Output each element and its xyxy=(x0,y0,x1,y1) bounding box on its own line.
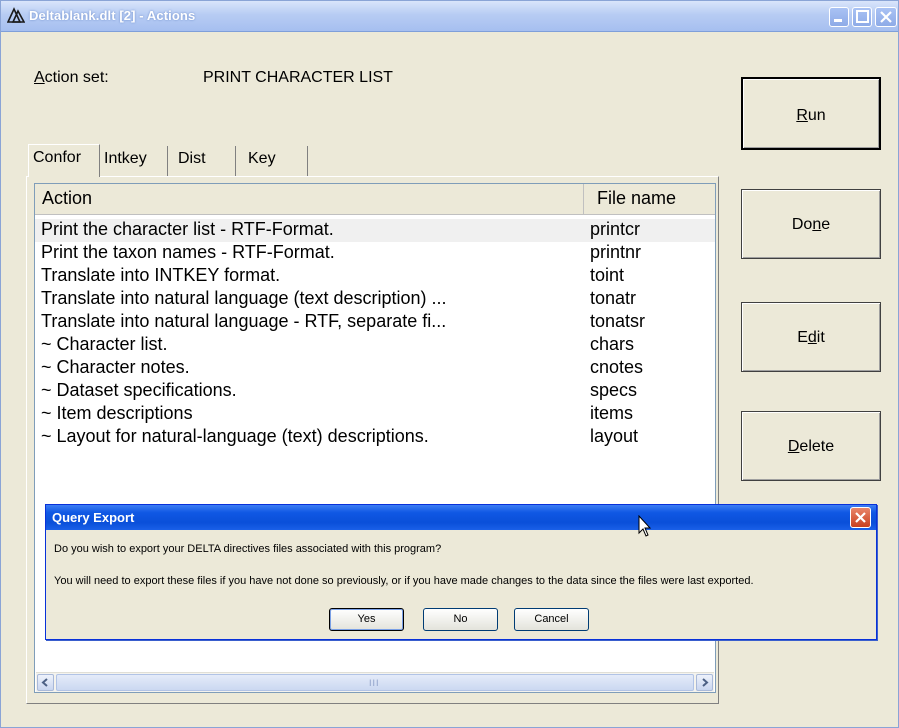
done-label-pre: Do xyxy=(791,216,813,233)
list-row[interactable]: Translate into natural language (text de… xyxy=(35,288,715,311)
chevron-left-icon xyxy=(41,678,48,687)
dialog-message-question: Do you wish to export your DELTA directi… xyxy=(54,543,442,555)
window-titlebar[interactable]: Deltablank.dlt [2] - Actions xyxy=(1,1,898,32)
action-set-label: Action set: xyxy=(34,69,109,87)
edit-label-accel: d xyxy=(807,329,817,346)
close-icon xyxy=(855,512,866,523)
row-file: printnr xyxy=(590,242,642,262)
mouse-pointer-icon xyxy=(638,515,652,537)
yes-button[interactable]: Yes xyxy=(329,608,404,631)
cancel-button[interactable]: Cancel xyxy=(514,608,589,631)
column-header-file-name[interactable]: File name xyxy=(585,184,715,214)
done-label-post: e xyxy=(821,216,831,233)
row-file: printcr xyxy=(590,219,641,239)
run-button[interactable]: Run xyxy=(741,77,881,150)
done-button[interactable]: Done xyxy=(741,189,881,259)
row-file: items xyxy=(590,403,634,423)
action-set-label-rest: ction set: xyxy=(44,69,109,86)
scroll-left-button[interactable] xyxy=(37,674,54,691)
list-row[interactable]: Print the taxon names - RTF-Format. prin… xyxy=(35,242,715,265)
row-file: chars xyxy=(590,334,635,354)
scroll-right-button[interactable] xyxy=(696,674,713,691)
run-label-post: un xyxy=(807,107,826,124)
delete-button[interactable]: Delete xyxy=(741,411,881,481)
list-row[interactable]: Translate into INTKEY format. toint xyxy=(35,265,715,288)
tab-dist[interactable]: Dist xyxy=(168,146,236,176)
dialog-close-button[interactable] xyxy=(850,507,871,528)
row-action: ~ Layout for natural-language (text) des… xyxy=(41,426,429,446)
row-file: specs xyxy=(590,380,638,400)
minimize-button[interactable] xyxy=(829,7,849,27)
dialog-message-info: You will need to export these files if y… xyxy=(54,575,754,587)
scroll-grip: III xyxy=(369,678,380,688)
list-header: Action File name xyxy=(35,184,715,215)
row-file: cnotes xyxy=(590,357,644,377)
action-set-value: PRINT CHARACTER LIST xyxy=(203,69,393,86)
list-row[interactable]: ~ Item descriptions items xyxy=(35,403,715,426)
row-action: Translate into natural language (text de… xyxy=(41,288,447,308)
window-title: Deltablank.dlt [2] - Actions xyxy=(29,8,196,23)
row-file: tonatsr xyxy=(590,311,646,331)
row-file: layout xyxy=(590,426,639,446)
action-set-label-accel: A xyxy=(34,69,45,86)
tab-intkey[interactable]: Intkey xyxy=(100,146,168,176)
list-row[interactable]: Translate into natural language - RTF, s… xyxy=(35,311,715,334)
row-action: ~ Character list. xyxy=(41,334,168,354)
delta-app-icon xyxy=(6,7,26,23)
dialog-title: Query Export xyxy=(52,510,135,525)
column-header-action[interactable]: Action xyxy=(35,184,584,214)
row-action: ~ Dataset specifications. xyxy=(41,380,237,400)
row-action: ~ Item descriptions xyxy=(41,403,193,423)
row-action: ~ Character notes. xyxy=(41,357,190,377)
row-action: Print the character list - RTF-Format. xyxy=(41,219,334,239)
list-row[interactable]: ~ Character list. chars xyxy=(35,334,715,357)
tab-confor[interactable]: Confor xyxy=(28,144,100,177)
tab-key[interactable]: Key xyxy=(236,146,308,176)
dialog-titlebar[interactable]: Query Export xyxy=(46,505,876,530)
query-export-dialog: Query Export Do you wish to export your … xyxy=(45,504,877,640)
edit-label-pre: E xyxy=(797,329,808,346)
list-row[interactable]: ~ Layout for natural-language (text) des… xyxy=(35,426,715,449)
close-button[interactable] xyxy=(875,7,897,27)
no-button[interactable]: No xyxy=(423,608,498,631)
chevron-right-icon xyxy=(702,678,709,687)
row-action: Print the taxon names - RTF-Format. xyxy=(41,242,335,262)
horizontal-scrollbar[interactable]: III xyxy=(36,672,714,692)
maximize-button[interactable] xyxy=(852,7,872,27)
scroll-thumb[interactable]: III xyxy=(56,674,694,691)
done-label-accel: n xyxy=(812,216,822,233)
row-file: toint xyxy=(590,265,625,285)
list-row[interactable]: ~ Character notes. cnotes xyxy=(35,357,715,380)
row-file: tonatr xyxy=(590,288,637,308)
run-label-accel: R xyxy=(796,107,808,124)
row-action: Translate into natural language - RTF, s… xyxy=(41,311,447,331)
row-action: Translate into INTKEY format. xyxy=(41,265,281,285)
edit-button[interactable]: Edit xyxy=(741,302,881,372)
delete-label-accel: D xyxy=(787,438,800,455)
delete-label-post: elete xyxy=(799,438,835,455)
list-row[interactable]: ~ Dataset specifications. specs xyxy=(35,380,715,403)
edit-label-post: it xyxy=(816,329,825,346)
list-row[interactable]: Print the character list - RTF-Format. p… xyxy=(35,219,715,242)
